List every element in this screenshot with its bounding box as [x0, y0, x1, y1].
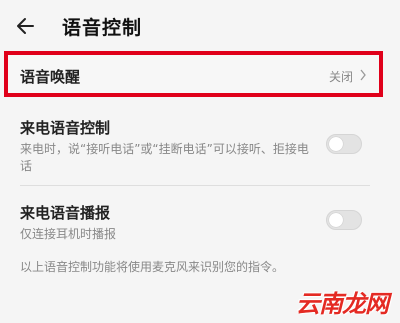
divider [20, 185, 370, 186]
app-header: 语音控制 [0, 0, 400, 52]
watermark-logo: 云南龙网 [296, 290, 389, 318]
arrow-left-icon [17, 18, 34, 34]
back-button[interactable] [12, 12, 40, 40]
incoming-call-voice-control-label: 来电语音控制 [20, 119, 111, 137]
incoming-call-announcement-description: 仅连接耳机时播报 [20, 227, 117, 241]
incoming-call-announcement-toggle[interactable] [326, 210, 362, 230]
chevron-right-icon [360, 69, 366, 81]
incoming-call-voice-control-toggle[interactable] [326, 134, 362, 154]
voice-wakeup-row[interactable]: 语音唤醒 关闭 [4, 51, 383, 97]
toggle-knob [329, 137, 343, 151]
voice-wakeup-label: 语音唤醒 [20, 68, 81, 86]
toggle-knob [329, 213, 343, 227]
voice-wakeup-status: 关闭 [328, 70, 353, 84]
footer-note: 以上语音控制功能将使用麦克风来识别您的指令。 [20, 260, 285, 274]
page-title: 语音控制 [62, 17, 143, 39]
incoming-call-voice-control-description: 来电时，说“接听电话”或“挂断电话”可以接听、拒接电话 [20, 142, 309, 173]
